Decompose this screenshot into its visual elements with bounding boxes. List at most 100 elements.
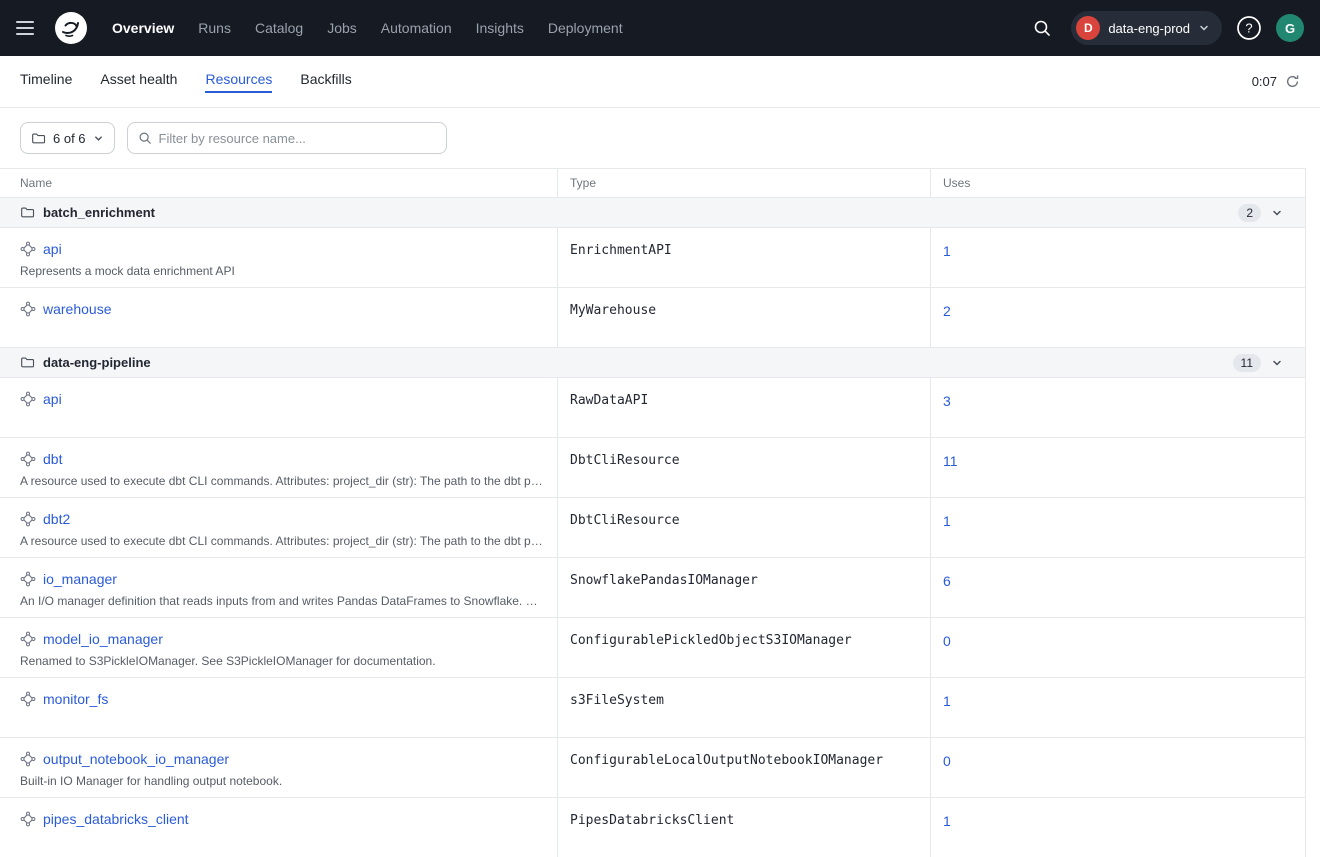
workspace-switcher[interactable]: D data-eng-prod bbox=[1071, 11, 1222, 45]
svg-text:?: ? bbox=[1245, 21, 1252, 36]
main-nav: Overview Runs Catalog Jobs Automation In… bbox=[102, 14, 633, 42]
resource-uses-cell: 3 bbox=[930, 378, 1306, 437]
column-header-name: Name bbox=[0, 169, 557, 197]
nav-item-jobs[interactable]: Jobs bbox=[317, 14, 367, 42]
search-icon bbox=[138, 131, 152, 145]
resource-uses[interactable]: 1 bbox=[943, 243, 951, 259]
workspace-name: data-eng-prod bbox=[1108, 21, 1190, 36]
search-icon[interactable] bbox=[1027, 13, 1057, 43]
resource-name-link[interactable]: model_io_manager bbox=[43, 631, 163, 647]
resource-type: RawDataAPI bbox=[557, 378, 930, 437]
resource-name-link[interactable]: output_notebook_io_manager bbox=[43, 751, 229, 767]
group-name: batch_enrichment bbox=[43, 205, 155, 220]
tab-asset-health[interactable]: Asset health bbox=[100, 71, 177, 93]
resource-uses-cell: 1 bbox=[930, 678, 1306, 737]
help-icon[interactable]: ? bbox=[1236, 15, 1262, 41]
code-location-filter-dropdown[interactable]: 6 of 6 bbox=[20, 122, 115, 154]
hamburger-menu-icon[interactable] bbox=[16, 14, 44, 42]
resource-name-link[interactable]: api bbox=[43, 241, 62, 257]
resource-name-link[interactable]: pipes_databricks_client bbox=[43, 811, 189, 827]
refresh-icon[interactable] bbox=[1285, 74, 1300, 89]
resource-uses[interactable]: 1 bbox=[943, 513, 951, 529]
group-count-badge: 11 bbox=[1233, 354, 1261, 372]
resource-uses-cell: 1 bbox=[930, 798, 1306, 857]
tab-backfills[interactable]: Backfills bbox=[300, 71, 351, 93]
resource-row: pipes_databricks_client PipesDatabricksC… bbox=[0, 798, 1305, 857]
resource-uses-cell: 0 bbox=[930, 618, 1306, 677]
column-header-type: Type bbox=[557, 169, 930, 197]
filter-bar: 6 of 6 bbox=[0, 108, 1320, 168]
resource-name-cell: warehouse bbox=[0, 288, 557, 347]
resource-row: api Represents a mock data enrichment AP… bbox=[0, 228, 1305, 288]
resource-uses[interactable]: 1 bbox=[943, 693, 951, 709]
resource-uses[interactable]: 0 bbox=[943, 633, 951, 649]
resource-name-link[interactable]: warehouse bbox=[43, 301, 112, 317]
nav-item-insights[interactable]: Insights bbox=[466, 14, 534, 42]
resource-name-cell: monitor_fs bbox=[0, 678, 557, 737]
resource-type: DbtCliResource bbox=[557, 438, 930, 497]
resource-uses-cell: 11 bbox=[930, 438, 1306, 497]
tab-timeline[interactable]: Timeline bbox=[20, 71, 72, 93]
resources-table: Name Type Uses batch_enrichment 2 bbox=[0, 168, 1306, 857]
nav-item-runs[interactable]: Runs bbox=[188, 14, 241, 42]
resource-uses[interactable]: 6 bbox=[943, 573, 951, 589]
resource-description: A resource used to execute dbt CLI comma… bbox=[20, 534, 545, 548]
resource-icon bbox=[20, 751, 36, 767]
resource-icon bbox=[20, 241, 36, 257]
chevron-down-icon bbox=[1198, 22, 1210, 34]
nav-item-catalog[interactable]: Catalog bbox=[245, 14, 313, 42]
user-avatar[interactable]: G bbox=[1276, 14, 1304, 42]
resource-name-link[interactable]: dbt bbox=[43, 451, 62, 467]
refresh-timer: 0:07 bbox=[1252, 74, 1277, 89]
resource-name-cell: api bbox=[0, 378, 557, 437]
folder-icon bbox=[20, 205, 35, 220]
resource-uses[interactable]: 1 bbox=[943, 813, 951, 829]
dagster-logo-icon bbox=[54, 11, 88, 45]
resource-row: dbt A resource used to execute dbt CLI c… bbox=[0, 438, 1305, 498]
resource-name-cell: output_notebook_io_manager Built-in IO M… bbox=[0, 738, 557, 797]
resource-search-box bbox=[127, 122, 447, 154]
resource-uses[interactable]: 2 bbox=[943, 303, 951, 319]
column-header-uses: Uses bbox=[930, 169, 1306, 197]
resource-uses-cell: 1 bbox=[930, 228, 1306, 287]
resource-name-link[interactable]: dbt2 bbox=[43, 511, 70, 527]
resource-type: SnowflakePandasIOManager bbox=[557, 558, 930, 617]
resource-description: An I/O manager definition that reads inp… bbox=[20, 594, 545, 608]
resource-uses[interactable]: 0 bbox=[943, 753, 951, 769]
resource-type: ConfigurableLocalOutputNotebookIOManager bbox=[557, 738, 930, 797]
resource-icon bbox=[20, 571, 36, 587]
resource-icon bbox=[20, 811, 36, 827]
top-nav: Overview Runs Catalog Jobs Automation In… bbox=[0, 0, 1320, 56]
resource-uses[interactable]: 3 bbox=[943, 393, 951, 409]
nav-item-automation[interactable]: Automation bbox=[371, 14, 462, 42]
resource-icon bbox=[20, 391, 36, 407]
resource-type: EnrichmentAPI bbox=[557, 228, 930, 287]
group-count-badge: 2 bbox=[1238, 204, 1261, 222]
resource-description: Built-in IO Manager for handling output … bbox=[20, 774, 545, 788]
collapse-chevron-icon[interactable] bbox=[1271, 357, 1283, 369]
resource-group-row[interactable]: batch_enrichment 2 bbox=[0, 198, 1305, 228]
resource-uses-cell: 2 bbox=[930, 288, 1306, 347]
resource-type: MyWarehouse bbox=[557, 288, 930, 347]
resource-description: Represents a mock data enrichment API bbox=[20, 264, 545, 278]
resource-group-row[interactable]: data-eng-pipeline 11 bbox=[0, 348, 1305, 378]
resource-type: ConfigurablePickledObjectS3IOManager bbox=[557, 618, 930, 677]
resource-name-link[interactable]: api bbox=[43, 391, 62, 407]
resource-row: io_manager An I/O manager definition tha… bbox=[0, 558, 1305, 618]
resource-row: dbt2 A resource used to execute dbt CLI … bbox=[0, 498, 1305, 558]
nav-item-deployment[interactable]: Deployment bbox=[538, 14, 633, 42]
table-body: batch_enrichment 2 bbox=[0, 198, 1305, 857]
resource-filter-input[interactable] bbox=[159, 131, 436, 146]
resource-type: DbtCliResource bbox=[557, 498, 930, 557]
resource-name-link[interactable]: monitor_fs bbox=[43, 691, 108, 707]
nav-item-overview[interactable]: Overview bbox=[102, 14, 184, 42]
resource-uses-cell: 6 bbox=[930, 558, 1306, 617]
resource-row: output_notebook_io_manager Built-in IO M… bbox=[0, 738, 1305, 798]
resource-uses[interactable]: 11 bbox=[943, 453, 958, 469]
resource-type: PipesDatabricksClient bbox=[557, 798, 930, 857]
tab-resources[interactable]: Resources bbox=[205, 71, 272, 93]
resource-name-link[interactable]: io_manager bbox=[43, 571, 117, 587]
resource-icon bbox=[20, 511, 36, 527]
resource-uses-cell: 1 bbox=[930, 498, 1306, 557]
collapse-chevron-icon[interactable] bbox=[1271, 207, 1283, 219]
